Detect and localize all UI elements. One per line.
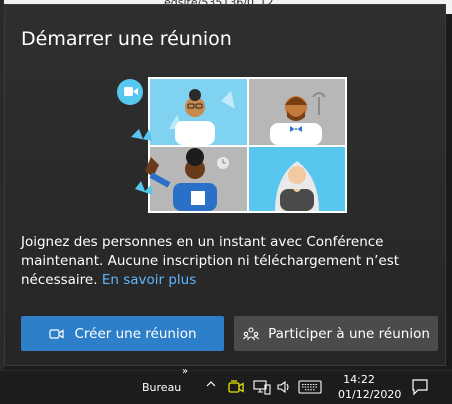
learn-more-link[interactable]: En savoir plus [102, 272, 196, 288]
meet-now-flyout: Démarrer une réunion Joignez des personn… [4, 4, 446, 366]
meeting-illustration [117, 77, 347, 213]
clock-date: 01/12/2020 [338, 388, 402, 401]
create-meeting-button[interactable]: Créer une réunion [21, 316, 224, 351]
join-meeting-button[interactable]: Participer à une réunion [234, 316, 438, 351]
desktop-toolbar-label[interactable]: Bureau [142, 381, 181, 394]
taskbar: Bureau » 14:22 01/12/2020 [0, 366, 452, 404]
toolbar-overflow-chevron[interactable]: » [182, 366, 188, 377]
description-text: Joignez des personnes en un instant avec… [21, 234, 400, 288]
touch-keyboard-icon[interactable] [298, 380, 322, 397]
flyout-description: Joignez des personnes en un instant avec… [21, 233, 421, 290]
network-icon[interactable] [253, 379, 271, 398]
show-hidden-icons-chevron-icon[interactable] [205, 378, 217, 393]
volume-icon[interactable] [276, 379, 292, 398]
clock[interactable]: 14:22 01/12/2020 [338, 372, 402, 402]
clock-time: 14:22 [343, 373, 375, 386]
join-meeting-label: Participer à une réunion [268, 325, 430, 342]
video-camera-icon [48, 325, 66, 343]
people-icon [242, 325, 260, 343]
create-meeting-label: Créer une réunion [74, 325, 197, 342]
action-center-icon[interactable] [411, 378, 429, 399]
flyout-title: Démarrer une réunion [21, 28, 232, 50]
meet-now-icon[interactable] [226, 377, 246, 397]
